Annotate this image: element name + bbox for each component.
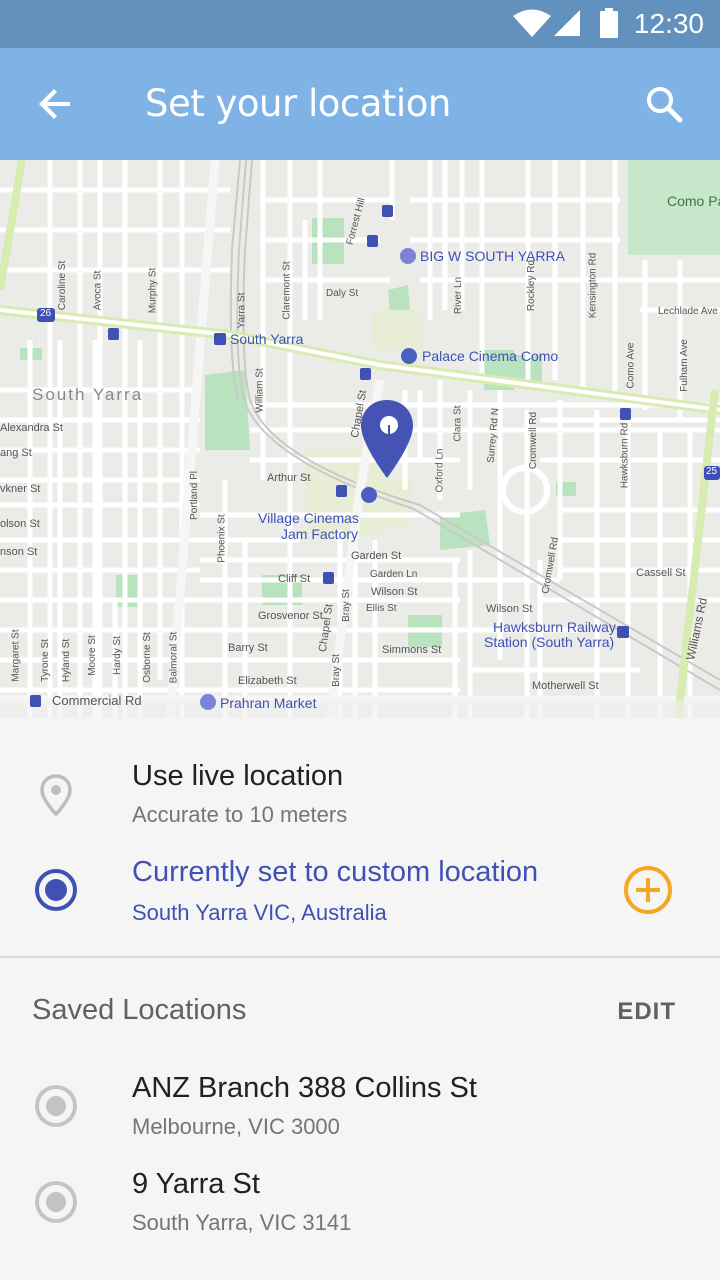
poi-big-w[interactable]: BIG W SOUTH YARRA <box>420 248 565 264</box>
saved-locations-title: Saved Locations <box>32 994 247 1026</box>
street-label: Yarra St <box>236 292 248 329</box>
poi-palace-cinema[interactable]: Palace Cinema Como <box>422 348 558 364</box>
street-label: Portland Pl <box>188 471 200 520</box>
street-label: ang St <box>0 447 32 459</box>
street-label: Osborne St <box>141 632 153 683</box>
street-label: Hardy St <box>111 636 123 675</box>
street-label: Hawksburn Rd <box>619 422 631 489</box>
street-label: Commercial Rd <box>52 693 142 708</box>
street-label: Tyrone St <box>39 639 51 682</box>
street-label: olson St <box>0 518 40 530</box>
add-circle-icon[interactable] <box>622 864 674 916</box>
battery-icon <box>600 8 618 38</box>
street-label: Simmons St <box>382 644 442 656</box>
saved-location-subtitle: South Yarra, VIC 3141 <box>132 1210 352 1235</box>
street-label: Cromwell Rd <box>528 411 540 470</box>
street-label: Clara St <box>452 405 464 442</box>
street-label: Margaret St <box>10 629 22 682</box>
street-label: Barry St <box>228 642 268 654</box>
street-label: Cassell St <box>636 567 686 579</box>
street-label: Fulham Ave <box>678 339 690 392</box>
street-label: Moore St <box>86 635 98 676</box>
street-label: Alexandra St <box>0 422 63 434</box>
status-bar: 12:30 <box>0 0 720 48</box>
street-label: Wilson St <box>486 603 533 615</box>
status-time: 12:30 <box>633 8 704 39</box>
poi-prahran-market[interactable]: Prahran Market <box>220 695 316 711</box>
route-badge: 25 <box>706 466 718 477</box>
map-view[interactable]: BIG W SOUTH YARRA South Yarra Palace Cin… <box>0 160 720 718</box>
location-marker-icon[interactable] <box>359 398 415 480</box>
edit-button[interactable]: EDIT <box>617 998 676 1026</box>
live-location-subtitle: Accurate to 10 meters <box>132 802 348 827</box>
location-options-panel: Use live location Accurate to 10 meters … <box>0 718 720 1280</box>
street-label: Caroline St <box>57 260 69 311</box>
street-label: Grosvenor St <box>258 610 323 622</box>
street-label: Balmoral St <box>168 631 180 684</box>
poi-hawksburn-1[interactable]: Hawksburn Railway <box>493 619 616 635</box>
street-label: vkner St <box>0 483 41 495</box>
poi-village-cinemas-1[interactable]: Village Cinemas <box>258 510 359 526</box>
street-label: Murphy St <box>147 267 159 314</box>
search-icon[interactable] <box>640 80 688 128</box>
signal-icon <box>554 10 580 36</box>
live-location-title: Use live location <box>132 760 344 792</box>
arrow-back-icon[interactable] <box>32 80 80 128</box>
street-label: Ellis St <box>366 603 397 614</box>
poi-south-yarra-station[interactable]: South Yarra <box>230 331 303 347</box>
street-label: Bray St <box>340 589 352 622</box>
street-label: River Ln <box>453 276 465 315</box>
street-label: Claremont St <box>281 261 293 320</box>
route-badge: 26 <box>40 308 52 319</box>
location-pin-icon <box>40 774 72 817</box>
street-label: Elizabeth St <box>238 675 297 687</box>
street-label: Oxford Ln <box>434 448 446 493</box>
divider <box>0 956 720 958</box>
saved-location-title: ANZ Branch 388 Collins St <box>132 1072 477 1104</box>
street-label: William St <box>254 368 266 413</box>
street-label: nson St <box>0 546 38 558</box>
page-title: Set your location <box>145 82 451 125</box>
street-label: Hyland St <box>61 638 73 683</box>
street-label: Wilson St <box>371 586 418 598</box>
street-label: Motherwell St <box>532 680 599 692</box>
street-label: Daly St <box>326 288 359 299</box>
street-label: Avoca St <box>92 270 104 311</box>
street-label: Bray St <box>330 654 342 687</box>
radio-unselected-icon <box>35 1181 77 1223</box>
street-label: Cliff St <box>278 573 311 585</box>
saved-location-subtitle: Melbourne, VIC 3000 <box>132 1114 340 1139</box>
street-label: Rockley Rd <box>526 259 538 312</box>
street-label: Garden St <box>351 550 402 562</box>
poi-como-park[interactable]: Como Pa <box>667 193 720 209</box>
app-bar: Set your location <box>0 48 720 160</box>
radio-selected-icon <box>35 869 77 911</box>
wifi-icon <box>513 9 551 37</box>
saved-location-item[interactable]: ANZ Branch 388 Collins St Melbourne, VIC… <box>0 1068 720 1158</box>
street-label: Como Ave <box>625 342 637 389</box>
street-label: Garden Ln <box>370 569 418 580</box>
custom-location-subtitle: South Yarra VIC, Australia <box>132 900 387 925</box>
street-label: Arthur St <box>267 472 311 484</box>
map-area-label: South Yarra <box>32 385 144 404</box>
live-location-option[interactable]: Use live location Accurate to 10 meters <box>0 748 720 838</box>
saved-location-item[interactable]: 9 Yarra St South Yarra, VIC 3141 <box>0 1164 720 1254</box>
street-label: Phoenix St <box>216 514 228 563</box>
custom-location-option[interactable]: Currently set to custom location South Y… <box>0 844 720 944</box>
custom-location-title: Currently set to custom location <box>132 856 539 888</box>
street-label: Kensington Rd <box>587 252 599 319</box>
poi-hawksburn-2[interactable]: Station (South Yarra) <box>484 634 614 650</box>
radio-unselected-icon <box>35 1085 77 1127</box>
street-label: Lechlade Ave <box>658 306 718 317</box>
saved-location-title: 9 Yarra St <box>132 1168 260 1200</box>
poi-village-cinemas-2[interactable]: Jam Factory <box>281 526 358 542</box>
